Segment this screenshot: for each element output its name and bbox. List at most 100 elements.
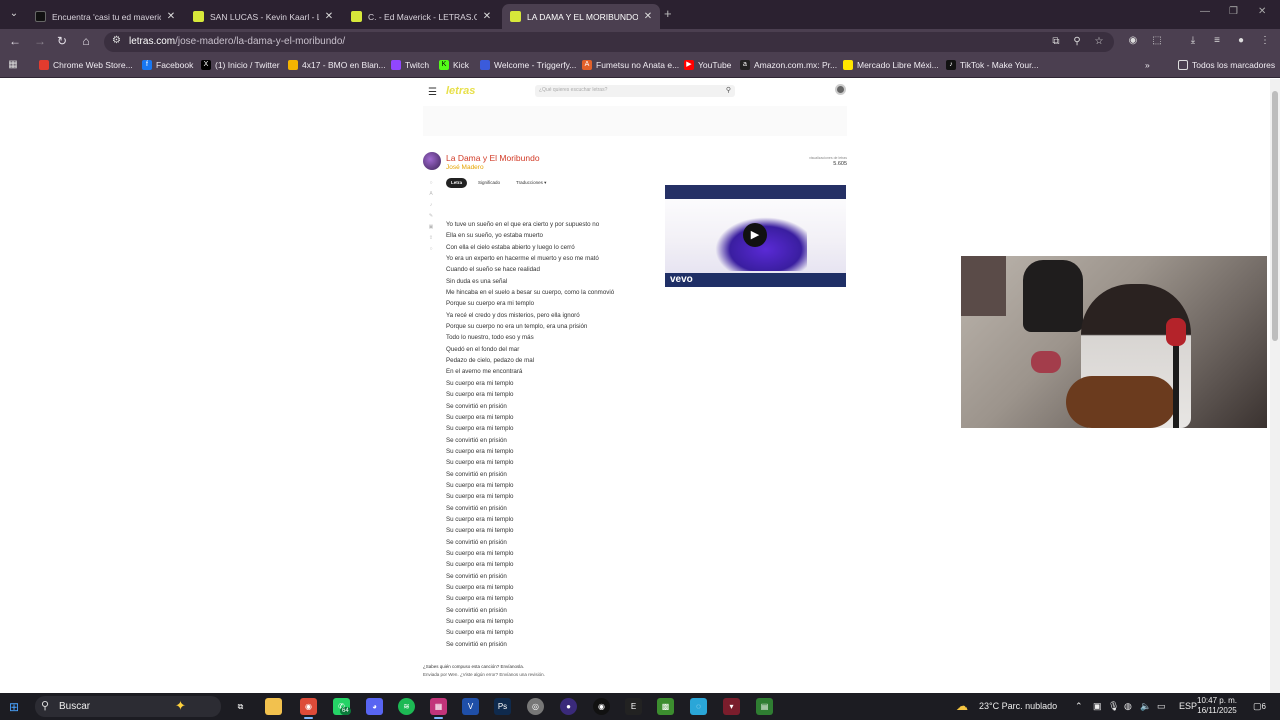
microphone-icon[interactable]: 🎙: [1108, 701, 1119, 712]
search-icon[interactable]: ⚲: [726, 86, 731, 94]
minecraft-icon[interactable]: ▩: [657, 698, 674, 715]
bookmark-star-icon[interactable]: ☆: [1092, 36, 1106, 47]
tab-4-active[interactable]: LA DAMA Y EL MORIBUNDO - J ✕: [502, 4, 660, 29]
steam-icon[interactable]: ◎: [527, 698, 544, 715]
bookmark-triggerfy[interactable]: Welcome - Triggerfy...: [480, 60, 576, 70]
bookmark-kick[interactable]: K Kick: [439, 60, 469, 70]
bookmark-chrome-web-store[interactable]: Chrome Web Store...: [39, 60, 133, 70]
home-icon[interactable]: ⌂: [78, 34, 94, 48]
lyric-line: Su cuerpo era mi templo: [446, 584, 514, 591]
zoom-icon[interactable]: ⚲: [1070, 36, 1084, 47]
spotify-icon[interactable]: ≋: [398, 698, 415, 715]
forward-arrow-icon[interactable]: →: [32, 34, 48, 48]
taskbar-search[interactable]: ⚲ Buscar ✦: [35, 696, 221, 717]
weather-text[interactable]: 23°C Parc. nublado: [979, 701, 1057, 711]
edit-icon[interactable]: ✎: [428, 213, 434, 219]
extension-icon[interactable]: ◉: [1126, 35, 1140, 46]
maximize-icon[interactable]: ❐: [1229, 6, 1238, 17]
obs-icon[interactable]: ◉: [593, 698, 610, 715]
task-view-icon[interactable]: ⧉: [232, 698, 249, 715]
play-button-icon[interactable]: ▶: [743, 223, 767, 247]
minimize-icon[interactable]: —: [1200, 6, 1210, 17]
game-launcher-icon[interactable]: ●: [560, 698, 577, 715]
app-blue-icon[interactable]: ◌: [690, 698, 707, 715]
app-green-icon[interactable]: ▤: [756, 698, 773, 715]
reload-icon[interactable]: ↻: [54, 34, 70, 48]
video-player[interactable]: ▶ vevo: [665, 185, 846, 287]
notification-bell-icon[interactable]: ▢6: [1253, 701, 1266, 712]
x-icon: X: [201, 60, 211, 70]
artist-link[interactable]: José Madero: [446, 164, 484, 171]
font-size-icon[interactable]: A: [428, 191, 434, 197]
bookmark-amazon[interactable]: a Amazon.com.mx: Pr...: [740, 60, 837, 70]
tab-letra[interactable]: Letra: [446, 178, 468, 188]
bookmark-tiktok[interactable]: ♪ TikTok - Make Your...: [946, 60, 1039, 70]
sent-by-note[interactable]: Enviada por Wen. ¿Viste algún error? Env…: [423, 672, 545, 677]
share-icon[interactable]: ⇪: [428, 235, 434, 241]
photoshop-icon[interactable]: Ps: [494, 698, 511, 715]
tray-location-icon[interactable]: ◍: [1124, 701, 1132, 712]
chords-icon[interactable]: ♪: [428, 202, 434, 208]
app-icon[interactable]: ▦: [430, 698, 447, 719]
back-arrow-icon[interactable]: ←: [7, 34, 23, 48]
speaker-icon[interactable]: 🔈: [1140, 701, 1151, 712]
profile-icon[interactable]: ●: [1234, 35, 1248, 46]
print-icon[interactable]: ▣: [428, 224, 434, 230]
extensions-puzzle-icon[interactable]: ⬚: [1150, 35, 1164, 46]
install-app-icon[interactable]: ⧉: [1049, 36, 1063, 47]
tray-app-icon[interactable]: ▣: [1093, 701, 1102, 712]
new-tab-plus-icon[interactable]: +: [664, 6, 672, 21]
epic-games-icon[interactable]: E: [625, 698, 642, 715]
download-icon[interactable]: ⤓: [1186, 35, 1200, 46]
whatsapp-icon[interactable]: ✆64: [333, 698, 351, 715]
tab-2[interactable]: SAN LUCAS - Kevin Kaarl - LETR ✕: [185, 4, 341, 29]
tab-title: C. - Ed Maverick - LETRAS.COM: [368, 11, 477, 22]
tray-chevron-icon[interactable]: ⌃: [1075, 701, 1083, 712]
all-bookmarks-folder[interactable]: Todos los marcadores: [1178, 60, 1275, 70]
tab-3[interactable]: C. - Ed Maverick - LETRAS.COM ✕: [343, 4, 499, 29]
discord-icon[interactable]: ◕: [366, 698, 383, 715]
close-tab-icon[interactable]: ✕: [481, 11, 493, 22]
clock[interactable]: 10:47 p. m. 16/11/2025: [1197, 696, 1237, 716]
letras-logo[interactable]: letras: [446, 85, 475, 97]
hamburger-menu-icon[interactable]: ☰: [428, 87, 437, 98]
bookmark-twitch[interactable]: Twitch: [391, 60, 429, 70]
bookmark-twitter[interactable]: X (1) Inicio / Twitter: [201, 60, 280, 70]
app-red-icon[interactable]: ▾: [723, 698, 740, 715]
site-search-input[interactable]: ¿Qué quieres escuchar letras? ⚲: [535, 85, 735, 97]
user-avatar[interactable]: [835, 84, 846, 95]
twitch-icon: [391, 60, 401, 70]
file-explorer-icon[interactable]: [265, 698, 282, 715]
tab-search-chevron-icon[interactable]: ⌄: [5, 6, 23, 22]
bookmark-facebook[interactable]: f Facebook: [142, 60, 193, 70]
battery-icon[interactable]: ▭: [1157, 701, 1166, 712]
reading-list-icon[interactable]: ≡: [1210, 35, 1224, 46]
close-tab-icon[interactable]: ✕: [642, 11, 654, 22]
tab-1[interactable]: Encuentra 'casi tu ed maverick ✕: [27, 4, 183, 29]
more-bookmarks-chevron-icon[interactable]: »: [1145, 60, 1150, 70]
bookmark-bmo[interactable]: 4x17 - BMO en Blan...: [288, 60, 386, 70]
vscode-icon[interactable]: V: [462, 698, 479, 715]
chrome-taskbar-icon[interactable]: ◉: [300, 698, 317, 719]
apps-grid-icon[interactable]: ▦: [6, 59, 20, 70]
site-info-icon[interactable]: ⚙: [112, 35, 121, 46]
address-bar[interactable]: ⚙ letras.com/jose-madero/la-dama-y-el-mo…: [104, 32, 1114, 52]
close-tab-icon[interactable]: ✕: [323, 11, 335, 22]
bookmark-mercadolibre[interactable]: Mercado Libre Méxi...: [843, 60, 939, 70]
info-icon[interactable]: ○: [428, 246, 434, 252]
scrollbar-thumb[interactable]: [1272, 91, 1278, 341]
composer-question[interactable]: ¿Sabes quién compuso esta canción? Envía…: [423, 664, 524, 669]
bookmark-label: (1) Inicio / Twitter: [215, 60, 280, 70]
artist-avatar[interactable]: [423, 152, 441, 170]
windows-start-icon[interactable]: ⊞: [9, 700, 19, 714]
tab-traducciones[interactable]: Traducciones ▾: [511, 178, 551, 188]
tab-significado[interactable]: Significado: [473, 178, 505, 188]
page-scrollbar[interactable]: [1270, 79, 1280, 693]
language-indicator[interactable]: ESP: [1179, 701, 1197, 711]
close-window-icon[interactable]: ✕: [1258, 6, 1266, 17]
close-tab-icon[interactable]: ✕: [165, 11, 177, 22]
menu-kebab-icon[interactable]: ⋮: [1258, 35, 1272, 46]
bookmark-fumetsu[interactable]: A Fumetsu no Anata e...: [582, 60, 679, 70]
bookmark-youtube[interactable]: ▶ YouTube: [684, 60, 731, 70]
play-icon[interactable]: ○: [428, 180, 434, 186]
